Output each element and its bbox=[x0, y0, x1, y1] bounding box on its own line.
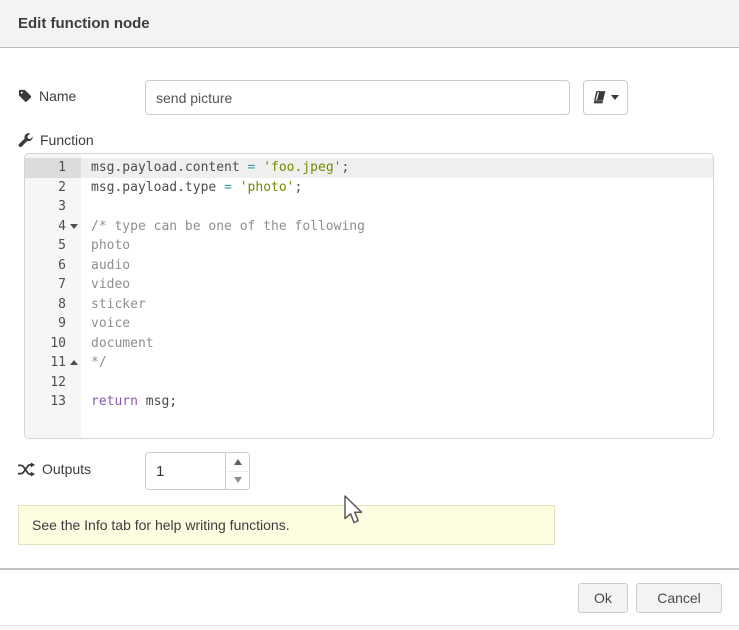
code-line-5[interactable]: 5photo bbox=[25, 236, 713, 256]
code-text: /* type can be one of the following bbox=[81, 217, 365, 237]
code-line-6[interactable]: 6audio bbox=[25, 256, 713, 276]
name-input[interactable] bbox=[145, 80, 570, 115]
function-label-text: Function bbox=[40, 132, 94, 148]
line-number: 10 bbox=[25, 334, 81, 354]
line-number: 6 bbox=[25, 256, 81, 276]
edit-function-dialog: Edit function node Name Function bbox=[0, 0, 739, 630]
line-number: 3 bbox=[25, 197, 81, 217]
code-line-1[interactable]: 1msg.payload.content = 'foo.jpeg'; bbox=[25, 158, 713, 178]
outputs-input[interactable] bbox=[146, 453, 225, 489]
code-text: photo bbox=[81, 236, 130, 256]
dialog-title: Edit function node bbox=[18, 15, 150, 32]
line-number: 13 bbox=[25, 392, 81, 412]
footer-divider bbox=[0, 568, 739, 570]
caret-down-icon bbox=[611, 95, 619, 100]
book-icon bbox=[592, 90, 607, 105]
code-text: voice bbox=[81, 314, 130, 334]
spinner-down-icon[interactable] bbox=[226, 472, 249, 490]
code-text: sticker bbox=[81, 295, 146, 315]
name-label-text: Name bbox=[39, 88, 76, 104]
spinner-up-icon[interactable] bbox=[226, 453, 249, 472]
library-button[interactable] bbox=[583, 80, 628, 115]
outputs-label-text: Outputs bbox=[42, 461, 91, 477]
editor-lines: 1msg.payload.content = 'foo.jpeg';2msg.p… bbox=[25, 158, 713, 412]
code-text bbox=[81, 197, 91, 217]
code-text: */ bbox=[81, 353, 107, 373]
line-number: 2 bbox=[25, 178, 81, 198]
code-text: audio bbox=[81, 256, 130, 276]
code-line-13[interactable]: 13return msg; bbox=[25, 392, 713, 412]
spinner-buttons bbox=[225, 453, 249, 489]
function-label: Function bbox=[18, 132, 94, 148]
code-editor[interactable]: 1msg.payload.content = 'foo.jpeg';2msg.p… bbox=[24, 153, 714, 439]
code-line-8[interactable]: 8sticker bbox=[25, 295, 713, 315]
line-number: 1 bbox=[25, 158, 81, 178]
code-text: video bbox=[81, 275, 130, 295]
dialog-header: Edit function node bbox=[0, 0, 739, 48]
fold-down-icon[interactable] bbox=[66, 224, 78, 229]
ok-button[interactable]: Ok bbox=[578, 583, 628, 613]
code-text: msg.payload.content = 'foo.jpeg'; bbox=[81, 158, 349, 178]
line-number: 12 bbox=[25, 373, 81, 393]
line-number: 8 bbox=[25, 295, 81, 315]
info-tip: See the Info tab for help writing functi… bbox=[18, 505, 555, 545]
code-line-12[interactable]: 12 bbox=[25, 373, 713, 393]
outputs-label: Outputs bbox=[18, 461, 91, 477]
code-line-2[interactable]: 2msg.payload.type = 'photo'; bbox=[25, 178, 713, 198]
code-text bbox=[81, 373, 91, 393]
line-number: 11 bbox=[25, 353, 81, 373]
bottom-strip bbox=[0, 625, 739, 630]
code-text: return msg; bbox=[81, 392, 177, 412]
name-label: Name bbox=[18, 88, 76, 104]
shuffle-icon bbox=[18, 462, 35, 477]
cancel-button[interactable]: Cancel bbox=[636, 583, 722, 613]
line-number: 9 bbox=[25, 314, 81, 334]
line-number: 5 bbox=[25, 236, 81, 256]
line-number: 7 bbox=[25, 275, 81, 295]
code-line-10[interactable]: 10document bbox=[25, 334, 713, 354]
line-number: 4 bbox=[25, 217, 81, 237]
code-text: msg.payload.type = 'photo'; bbox=[81, 178, 302, 198]
code-line-4[interactable]: 4/* type can be one of the following bbox=[25, 217, 713, 237]
wrench-icon bbox=[18, 133, 33, 148]
code-line-3[interactable]: 3 bbox=[25, 197, 713, 217]
code-line-7[interactable]: 7video bbox=[25, 275, 713, 295]
info-tip-text: See the Info tab for help writing functi… bbox=[32, 517, 290, 533]
tag-icon bbox=[18, 89, 32, 103]
code-line-9[interactable]: 9voice bbox=[25, 314, 713, 334]
fold-up-icon[interactable] bbox=[66, 360, 78, 365]
code-text: document bbox=[81, 334, 154, 354]
outputs-spinner bbox=[145, 452, 250, 490]
code-line-11[interactable]: 11*/ bbox=[25, 353, 713, 373]
